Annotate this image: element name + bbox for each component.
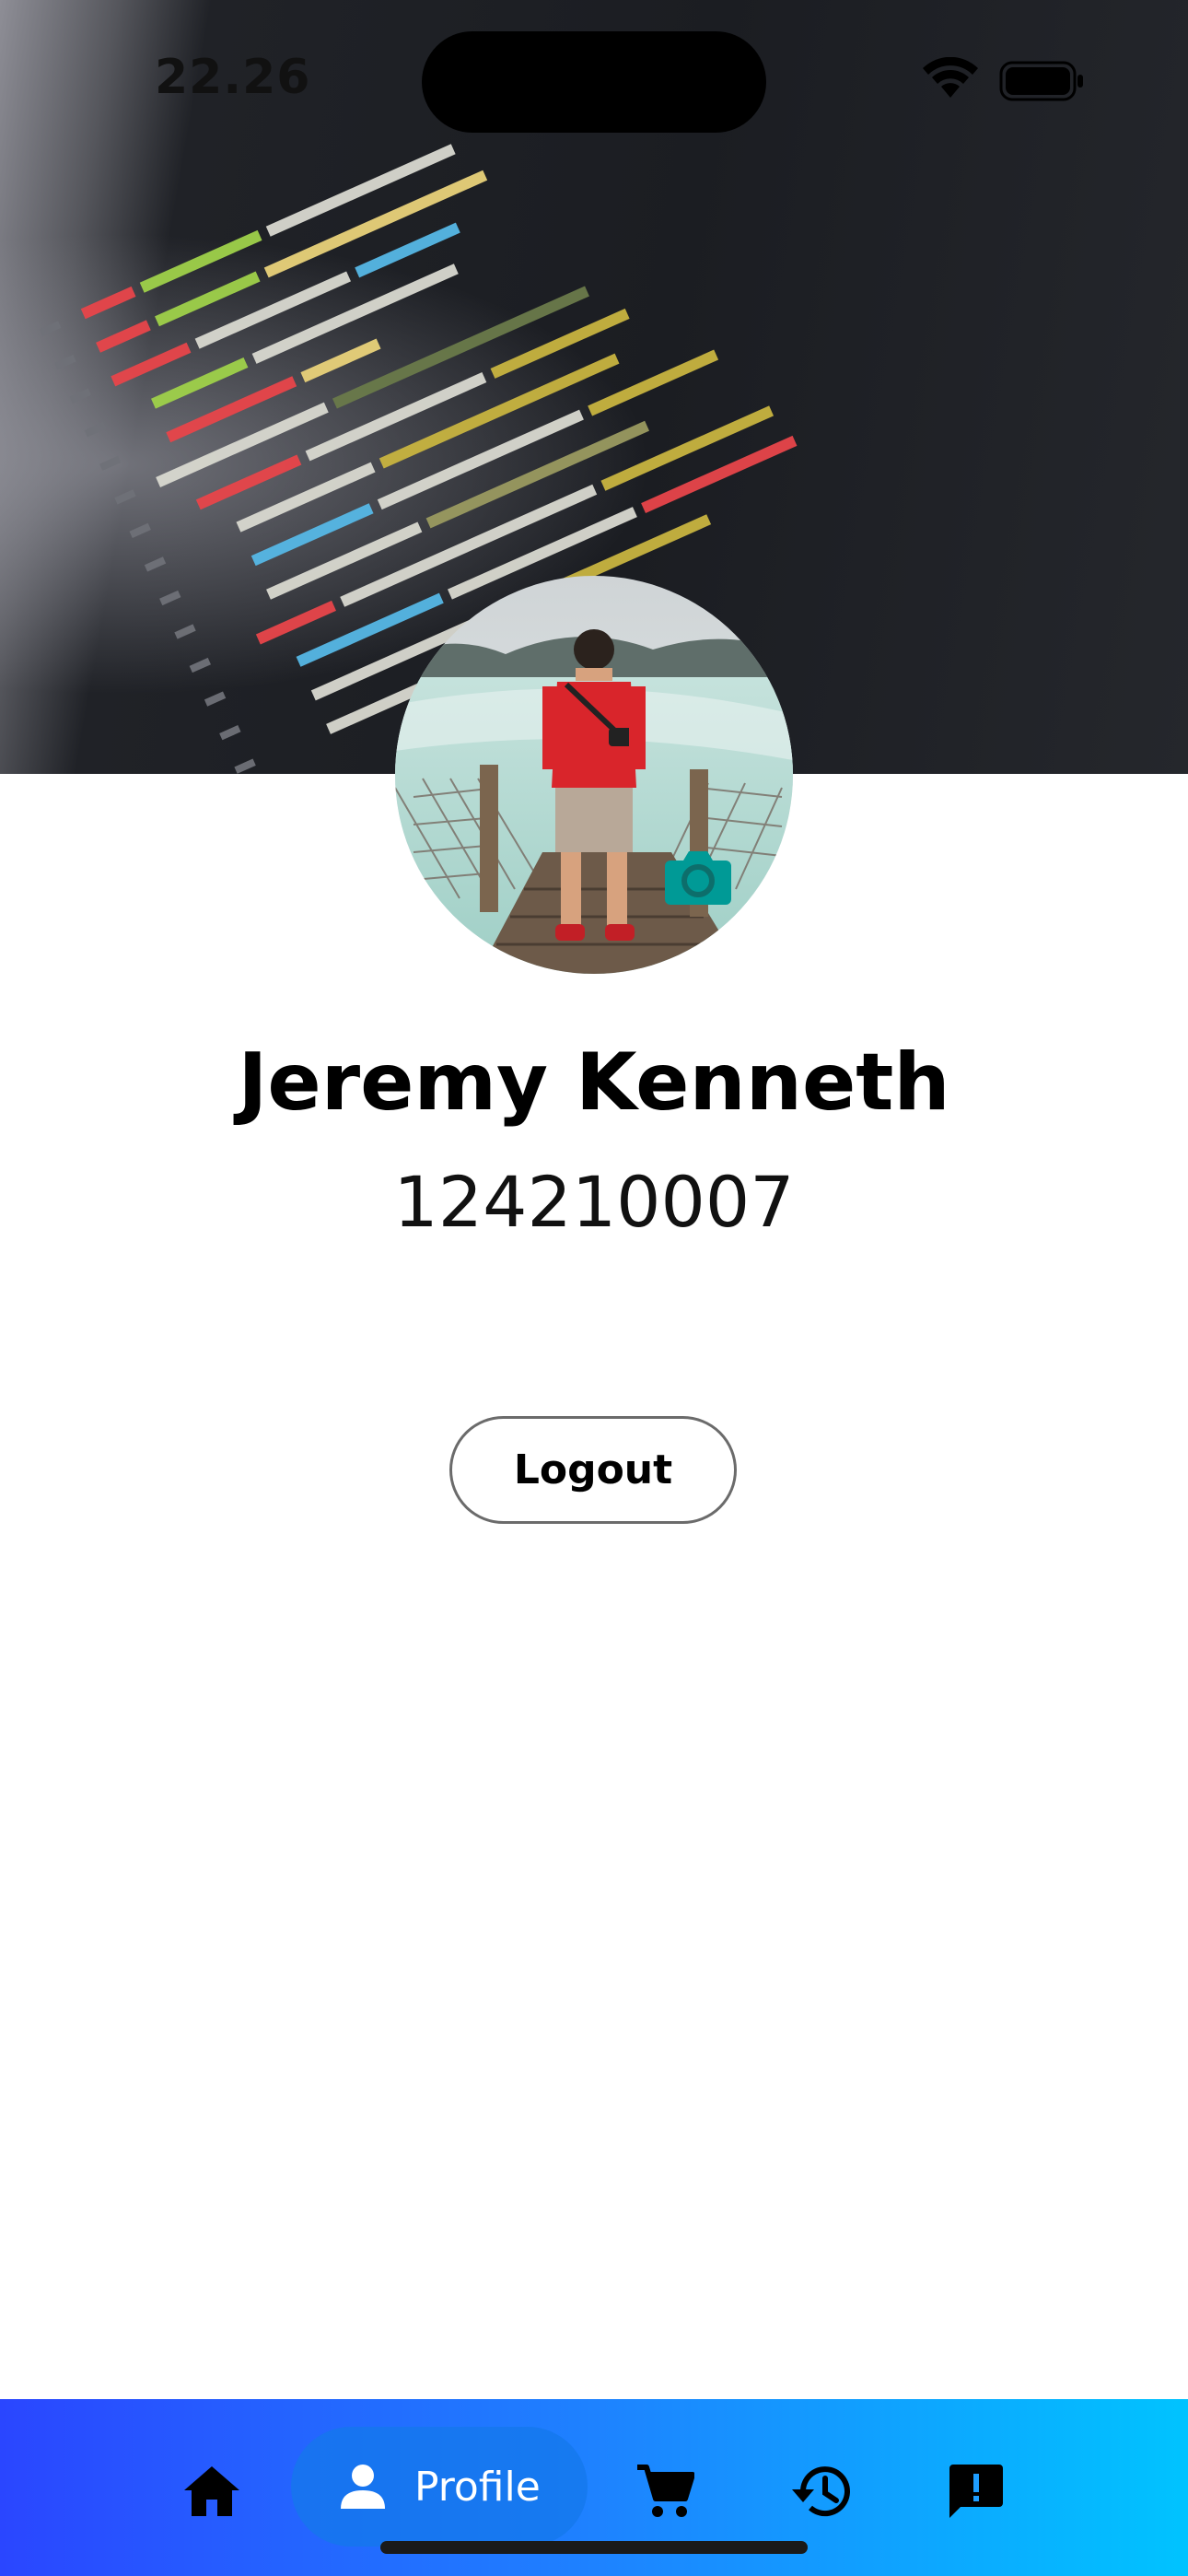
- status-bar: 22.26: [0, 0, 1188, 157]
- feedback-icon: [949, 2465, 1003, 2518]
- avatar-photo: [395, 576, 793, 974]
- profile-name: Jeremy Kenneth: [238, 1036, 950, 1129]
- nav-profile-label: Profile: [414, 2463, 541, 2511]
- logout-button[interactable]: Logout: [449, 1416, 737, 1524]
- cart-icon: [637, 2465, 694, 2517]
- home-indicator: [380, 2541, 808, 2554]
- dynamic-island: [422, 31, 766, 133]
- nav-profile[interactable]: Profile: [291, 2427, 588, 2547]
- history-icon: [792, 2466, 850, 2517]
- camera-icon[interactable]: [665, 848, 731, 905]
- nav-home[interactable]: [175, 2454, 249, 2528]
- person-icon: [341, 2465, 385, 2509]
- nav-history[interactable]: [783, 2454, 860, 2528]
- nav-feedback[interactable]: [938, 2454, 1015, 2528]
- bottom-navigation-bar: Profile: [0, 2399, 1188, 2576]
- profile-id-number: 124210007: [393, 1161, 795, 1243]
- home-icon: [184, 2466, 239, 2516]
- wifi-icon: [923, 57, 978, 98]
- profile-avatar[interactable]: [395, 576, 793, 974]
- battery-icon: [999, 61, 1083, 101]
- nav-cart[interactable]: [626, 2454, 704, 2528]
- status-time: 22.26: [155, 50, 311, 105]
